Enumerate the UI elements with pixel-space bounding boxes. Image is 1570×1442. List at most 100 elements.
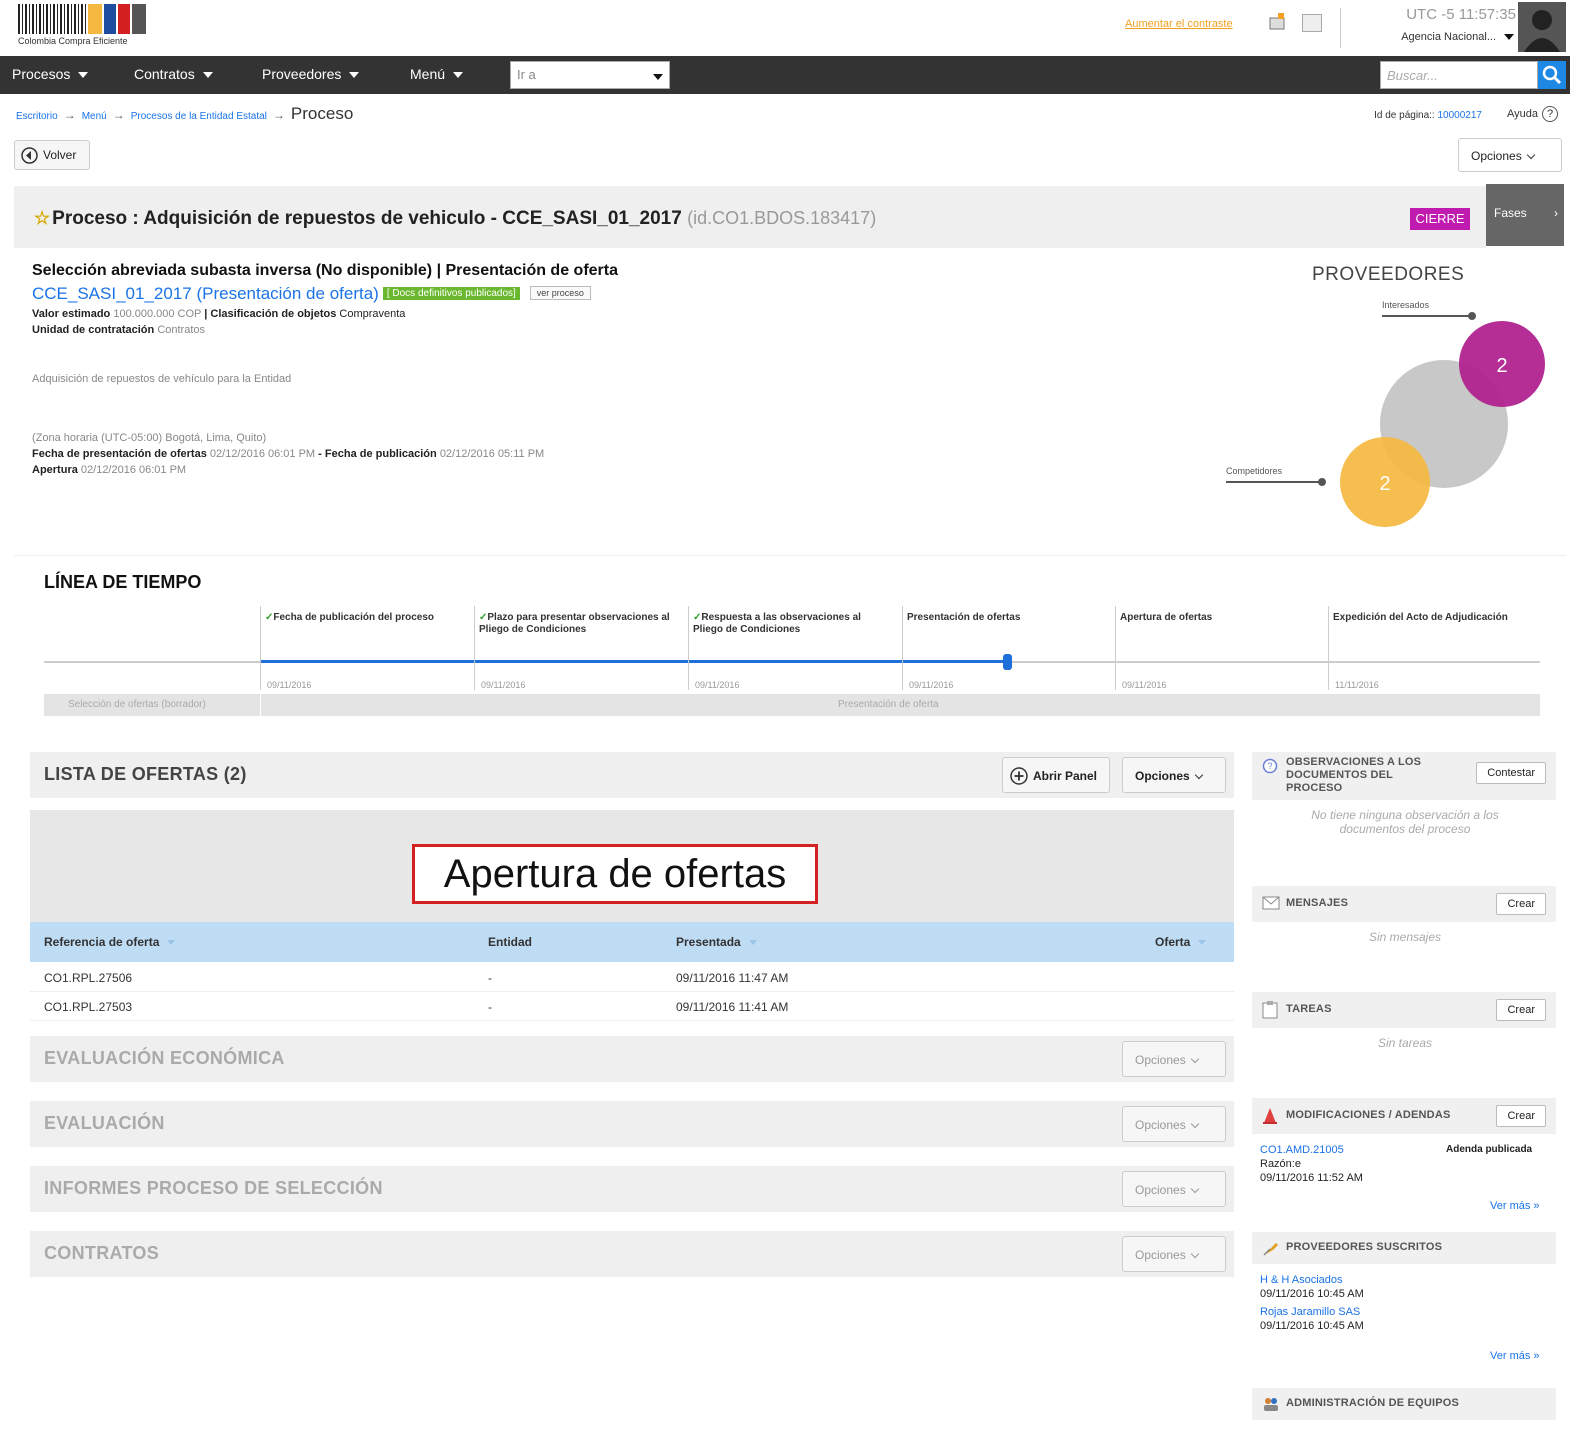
nav-procesos-label: Procesos [12, 66, 71, 82]
timeline-milestone[interactable]: ✓Fecha de publicación del proceso 09/11/2… [260, 606, 434, 690]
col-offer[interactable]: Oferta [1155, 935, 1207, 949]
subscribed-title: PROVEEDORES SUSCRITOS [1286, 1241, 1443, 1253]
teams-title: ADMINISTRACIÓN DE EQUIPOS [1286, 1397, 1460, 1409]
offer-entity: - [488, 1000, 492, 1014]
offers-options-dropdown[interactable]: Opciones [1122, 757, 1226, 793]
amendments-panel-header: MODIFICACIONES / ADENDAS Crear [1252, 1098, 1556, 1134]
timeline-title: LÍNEA DE TIEMPO [44, 572, 202, 592]
col-submitted[interactable]: Presentada [676, 935, 757, 949]
breadcrumb-arrow: → [272, 108, 285, 122]
back-arrow-icon [21, 147, 38, 164]
page-id: Id de página:: 10000217 [1374, 110, 1482, 121]
view-process-button[interactable]: ver proceso [529, 286, 591, 300]
warning-cone-icon [1262, 1107, 1280, 1124]
search-button[interactable] [1538, 61, 1566, 89]
process-header: ☆ Proceso : Adquisición de repuestos de v… [14, 186, 1486, 248]
section-options-dropdown[interactable]: Opciones [1122, 1106, 1226, 1142]
increase-contrast-link[interactable]: Aumentar el contraste [1125, 18, 1233, 30]
breadcrumb-arrow: → [112, 108, 125, 122]
breadcrumb-procesos[interactable]: Procesos de la Entidad Estatal [131, 111, 267, 122]
process-description: Adquisición de repuestos de vehículo par… [32, 373, 292, 385]
milestone-date: 09/11/2016 [909, 680, 954, 690]
timeline-milestone[interactable]: Apertura de ofertas 09/11/2016 [1115, 606, 1212, 690]
timeline-milestone[interactable]: Presentación de ofertas 09/11/2016 [902, 606, 1020, 690]
amendment-date: 09/11/2016 11:52 AM [1260, 1172, 1363, 1184]
offer-date: 09/11/2016 11:47 AM [676, 971, 789, 985]
phases-panel-toggle[interactable]: Fases › [1486, 184, 1564, 246]
provider-link[interactable]: Rojas Jaramillo SAS [1260, 1305, 1360, 1319]
breadcrumb-arrow: → [63, 108, 76, 122]
back-button[interactable]: Volver [14, 140, 90, 170]
agency-selector[interactable]: Agencia Nacional... [1401, 31, 1514, 43]
timeline: ✓Fecha de publicación del proceso 09/11/2… [44, 600, 1540, 718]
subscribed-see-more-link[interactable]: Ver más » [1490, 1350, 1540, 1362]
help-link[interactable]: Ayuda? [1507, 106, 1558, 122]
notification-icon[interactable] [1268, 12, 1288, 32]
chevron-down-icon [1190, 1184, 1199, 1194]
plus-circle-icon [1010, 767, 1028, 785]
offer-entity: - [488, 971, 492, 985]
page-id-link[interactable]: 10000217 [1438, 110, 1483, 121]
create-amendment-button[interactable]: Crear [1496, 1105, 1546, 1127]
selection-reports-section[interactable]: INFORMES PROCESO DE SELECCIÓN Opciones [30, 1166, 1234, 1212]
search-input[interactable]: Buscar... [1380, 61, 1538, 89]
offer-ref: CO1.RPL.27506 [44, 971, 133, 985]
colombia-compra-logo[interactable]: Colombia Compra Eficiente [16, 2, 150, 50]
table-row[interactable]: CO1.RPL.27506 - 09/11/2016 11:47 AM [30, 964, 1234, 992]
timeline-milestone[interactable]: Expedición del Acto de Adjudicación 11/11… [1328, 606, 1508, 690]
top-bar: Colombia Compra Eficiente Aumentar el co… [0, 0, 1570, 56]
table-row[interactable]: CO1.RPL.27503 - 09/11/2016 11:41 AM [30, 993, 1234, 1021]
amendments-see-more-link[interactable]: Ver más » [1490, 1200, 1540, 1212]
tasks-title: TAREAS [1286, 1003, 1332, 1015]
help-label: Ayuda [1507, 108, 1538, 120]
section-options-dropdown[interactable]: Opciones [1122, 1171, 1226, 1207]
offer-ref: CO1.RPL.27503 [44, 1000, 133, 1014]
reply-button[interactable]: Contestar [1476, 762, 1546, 784]
milestone-label: ✓Respuesta a las observaciones al Pliego… [693, 612, 861, 635]
timeline-milestone[interactable]: ✓Respuesta a las observaciones al Pliego… [688, 606, 861, 690]
options-label: Opciones [1135, 1118, 1186, 1132]
economic-evaluation-section[interactable]: EVALUACIÓN ECONÓMICA Opciones [30, 1036, 1234, 1082]
provider-link[interactable]: H & H Asociados [1260, 1273, 1343, 1287]
offers-section-header: LISTA DE OFERTAS (2) Abrir Panel Opcione… [30, 752, 1234, 798]
breadcrumb-menu[interactable]: Menú [82, 111, 107, 122]
breadcrumb: Escritorio → Menú → Procesos de la Entidad E… [16, 104, 353, 124]
amendment-link[interactable]: CO1.AMD.21005 [1260, 1143, 1344, 1157]
milestone-date: 09/11/2016 [481, 680, 526, 690]
observations-empty: No tiene ninguna observación a los docum… [1311, 808, 1499, 836]
messages-panel-header: MENSAJES Crear [1252, 886, 1556, 922]
nav-proveedores-label: Proveedores [262, 66, 342, 82]
evaluation-section[interactable]: EVALUACIÓN Opciones [30, 1101, 1234, 1147]
section-options-dropdown[interactable]: Opciones [1122, 1236, 1226, 1272]
nav-menu[interactable]: Menú [410, 66, 464, 82]
timeline-current-marker[interactable] [1003, 654, 1012, 670]
nav-procesos[interactable]: Procesos [12, 66, 89, 82]
search-icon [1542, 65, 1562, 85]
breadcrumb-escritorio[interactable]: Escritorio [16, 111, 58, 122]
unit-value: Contratos [157, 324, 206, 336]
create-task-button[interactable]: Crear [1496, 999, 1546, 1021]
section-options-dropdown[interactable]: Opciones [1122, 1041, 1226, 1077]
document-icon[interactable] [1302, 14, 1322, 32]
process-reference-link[interactable]: CCE_SASI_01_2017 (Presentación de oferta… [32, 284, 379, 303]
nav-proveedores[interactable]: Proveedores [262, 66, 360, 82]
create-message-button[interactable]: Crear [1496, 893, 1546, 915]
open-panel-button[interactable]: Abrir Panel [1002, 757, 1110, 793]
star-favorite-icon[interactable]: ☆ [34, 208, 50, 228]
nav-contratos[interactable]: Contratos [134, 66, 213, 82]
sort-icon [167, 940, 176, 946]
open-panel-label: Abrir Panel [1033, 769, 1098, 783]
competitors-label: Competidores [1226, 466, 1283, 476]
contracts-section[interactable]: CONTRATOS Opciones [30, 1231, 1234, 1277]
chevron-down-icon [1194, 770, 1203, 780]
sort-icon [748, 940, 757, 946]
options-dropdown[interactable]: Opciones [1458, 138, 1562, 172]
milestone-label: ✓Plazo para presentar observaciones al P… [479, 612, 670, 635]
timeline-milestone[interactable]: ✓Plazo para presentar observaciones al P… [474, 606, 670, 690]
offer-date: 09/11/2016 11:41 AM [676, 1000, 789, 1014]
col-offer-label: Oferta [1155, 935, 1191, 949]
header-divider [1340, 8, 1341, 48]
col-reference[interactable]: Referencia de oferta [44, 935, 176, 949]
goto-select[interactable]: Ir a [510, 61, 670, 89]
user-avatar[interactable] [1518, 2, 1566, 52]
